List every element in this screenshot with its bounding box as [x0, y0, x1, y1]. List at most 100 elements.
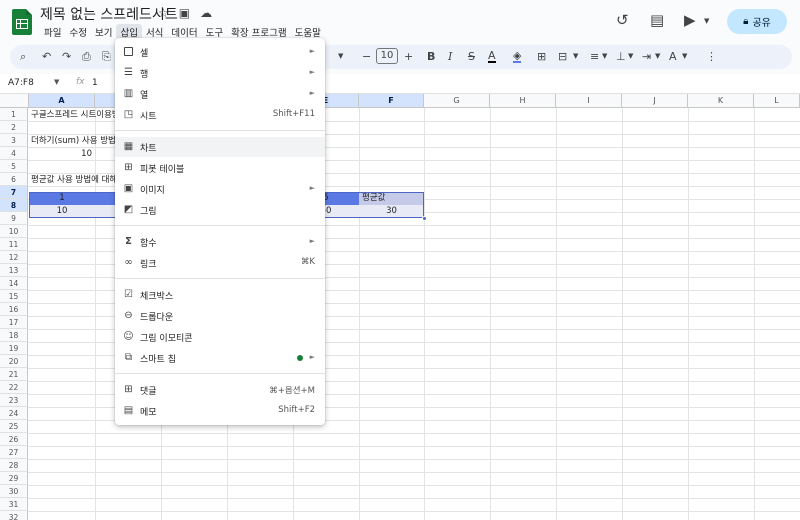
- row-header[interactable]: 12: [0, 251, 28, 264]
- halign-chevron-down-icon[interactable]: ▼: [602, 52, 607, 60]
- text-color-button[interactable]: A: [488, 50, 496, 63]
- strikethrough-button[interactable]: S: [468, 50, 475, 63]
- menu-item-image[interactable]: ▣ 이미지 ►: [115, 179, 325, 199]
- menu-item-pivot-table[interactable]: ⊞ 피봇 테이블: [115, 158, 325, 178]
- column-header-g[interactable]: G: [424, 94, 490, 108]
- formula-input[interactable]: 1: [92, 78, 98, 88]
- row-header[interactable]: 7: [0, 186, 28, 199]
- move-folder-icon[interactable]: ▣: [179, 6, 190, 20]
- italic-button[interactable]: I: [448, 50, 452, 63]
- bold-button[interactable]: B: [427, 50, 435, 63]
- menu-item-dropdown[interactable]: ⊖ 드롭다운: [115, 306, 325, 326]
- row-header[interactable]: 22: [0, 381, 28, 394]
- row-header[interactable]: 3: [0, 134, 28, 147]
- column-header-j[interactable]: J: [622, 94, 688, 108]
- row-header[interactable]: 26: [0, 433, 28, 446]
- fill-handle[interactable]: [422, 216, 427, 221]
- font-chevron-down-icon[interactable]: ▼: [338, 52, 343, 60]
- row-header[interactable]: 8: [0, 199, 28, 212]
- row-header[interactable]: 11: [0, 238, 28, 251]
- menu-view[interactable]: 보기: [91, 24, 116, 40]
- borders-icon[interactable]: ⊞: [537, 50, 546, 63]
- row-header[interactable]: 19: [0, 342, 28, 355]
- row-header[interactable]: 14: [0, 277, 28, 290]
- row-header[interactable]: 30: [0, 485, 28, 498]
- column-header-i[interactable]: I: [556, 94, 622, 108]
- cell-a3[interactable]: 더하기(sum) 사용 방법: [31, 135, 116, 148]
- row-header[interactable]: 9: [0, 212, 28, 225]
- row-header[interactable]: 10: [0, 225, 28, 238]
- name-box[interactable]: A7:F8: [8, 78, 34, 88]
- search-menus-icon[interactable]: ⌕: [20, 50, 26, 64]
- column-header-l[interactable]: L: [754, 94, 800, 108]
- comments-icon[interactable]: ▤: [650, 11, 664, 29]
- name-box-chevron-down-icon[interactable]: ▼: [54, 78, 59, 86]
- row-header[interactable]: 31: [0, 498, 28, 511]
- meet-chevron-down-icon[interactable]: ▼: [704, 17, 709, 25]
- menu-item-function[interactable]: Σ 함수 ►: [115, 232, 325, 252]
- row-header[interactable]: 5: [0, 160, 28, 173]
- cell-a1[interactable]: 구글스프레드 시트이용방: [31, 109, 120, 122]
- menu-item-row[interactable]: ☰ 행 ►: [115, 63, 325, 83]
- merge-chevron-down-icon[interactable]: ▼: [573, 52, 578, 60]
- row-header[interactable]: 13: [0, 264, 28, 277]
- rotation-chevron-down-icon[interactable]: ▼: [682, 52, 687, 60]
- column-header-a[interactable]: A: [29, 94, 95, 108]
- row-header[interactable]: 2: [0, 121, 28, 134]
- row-header[interactable]: 21: [0, 368, 28, 381]
- row-header[interactable]: 20: [0, 355, 28, 368]
- increase-font-size-button[interactable]: +: [404, 50, 413, 63]
- menu-item-link[interactable]: ∞ 링크 ⌘K: [115, 253, 325, 273]
- print-icon[interactable]: ⎙: [82, 50, 91, 64]
- column-header-f[interactable]: F: [359, 94, 424, 108]
- menu-item-smart-chip[interactable]: ⧉ 스마트 칩 ►: [115, 348, 325, 368]
- row-header[interactable]: 27: [0, 446, 28, 459]
- row-header[interactable]: 24: [0, 407, 28, 420]
- menu-item-comment[interactable]: ⊞ 댓글 ⌘+옵션+M: [115, 380, 325, 400]
- menu-item-cell[interactable]: 셀 ►: [115, 42, 325, 62]
- row-header[interactable]: 16: [0, 303, 28, 316]
- valign-chevron-down-icon[interactable]: ▼: [628, 52, 633, 60]
- cell-a4[interactable]: 10: [29, 148, 95, 161]
- version-history-icon[interactable]: ↺: [616, 11, 629, 29]
- menu-file[interactable]: 파일: [40, 24, 65, 40]
- sheets-logo-icon[interactable]: [12, 9, 32, 35]
- star-icon[interactable]: ☆: [158, 6, 169, 20]
- row-header[interactable]: 6: [0, 173, 28, 186]
- fill-color-icon[interactable]: ◈: [513, 50, 522, 63]
- text-wrap-icon[interactable]: ⇥: [642, 50, 651, 63]
- menu-item-emoji[interactable]: ☺ 그림 이모티콘: [115, 327, 325, 347]
- paint-format-icon[interactable]: ⎘: [102, 50, 111, 64]
- merge-cells-icon[interactable]: ⊟: [558, 50, 567, 63]
- menu-item-drawing[interactable]: ◩ 그림: [115, 200, 325, 220]
- row-header[interactable]: 18: [0, 329, 28, 342]
- meet-icon[interactable]: ▶: [684, 11, 696, 29]
- select-all-corner[interactable]: [0, 94, 29, 108]
- font-size-input[interactable]: 10: [376, 48, 398, 64]
- menu-item-checkbox[interactable]: ☑ 체크박스: [115, 285, 325, 305]
- text-rotation-icon[interactable]: A: [669, 50, 677, 63]
- row-header[interactable]: 15: [0, 290, 28, 303]
- row-header[interactable]: 4: [0, 147, 28, 160]
- decrease-font-size-button[interactable]: −: [362, 50, 371, 63]
- horizontal-align-icon[interactable]: ≡: [590, 50, 599, 63]
- menu-item-chart[interactable]: ▦ 차트: [115, 137, 325, 157]
- row-header[interactable]: 17: [0, 316, 28, 329]
- row-header[interactable]: 1: [0, 108, 28, 121]
- menu-item-column[interactable]: ▥ 열 ►: [115, 84, 325, 104]
- menu-item-sheet[interactable]: ◳ 시트 Shift+F11: [115, 105, 325, 125]
- column-header-h[interactable]: H: [490, 94, 556, 108]
- menu-edit[interactable]: 수정: [65, 24, 90, 40]
- row-header[interactable]: 25: [0, 420, 28, 433]
- cell-a6[interactable]: 평균값 사용 방법에 대해: [31, 174, 117, 187]
- column-header-k[interactable]: K: [688, 94, 754, 108]
- more-options-icon[interactable]: ⋮: [706, 50, 717, 63]
- row-header[interactable]: 32: [0, 511, 28, 520]
- row-header[interactable]: 29: [0, 472, 28, 485]
- undo-icon[interactable]: ↶: [42, 50, 51, 63]
- wrap-chevron-down-icon[interactable]: ▼: [655, 52, 660, 60]
- share-button[interactable]: 🔒︎ 공유: [727, 9, 787, 34]
- redo-icon[interactable]: ↷: [62, 50, 71, 63]
- vertical-align-icon[interactable]: ⊥: [616, 50, 626, 63]
- row-header[interactable]: 28: [0, 459, 28, 472]
